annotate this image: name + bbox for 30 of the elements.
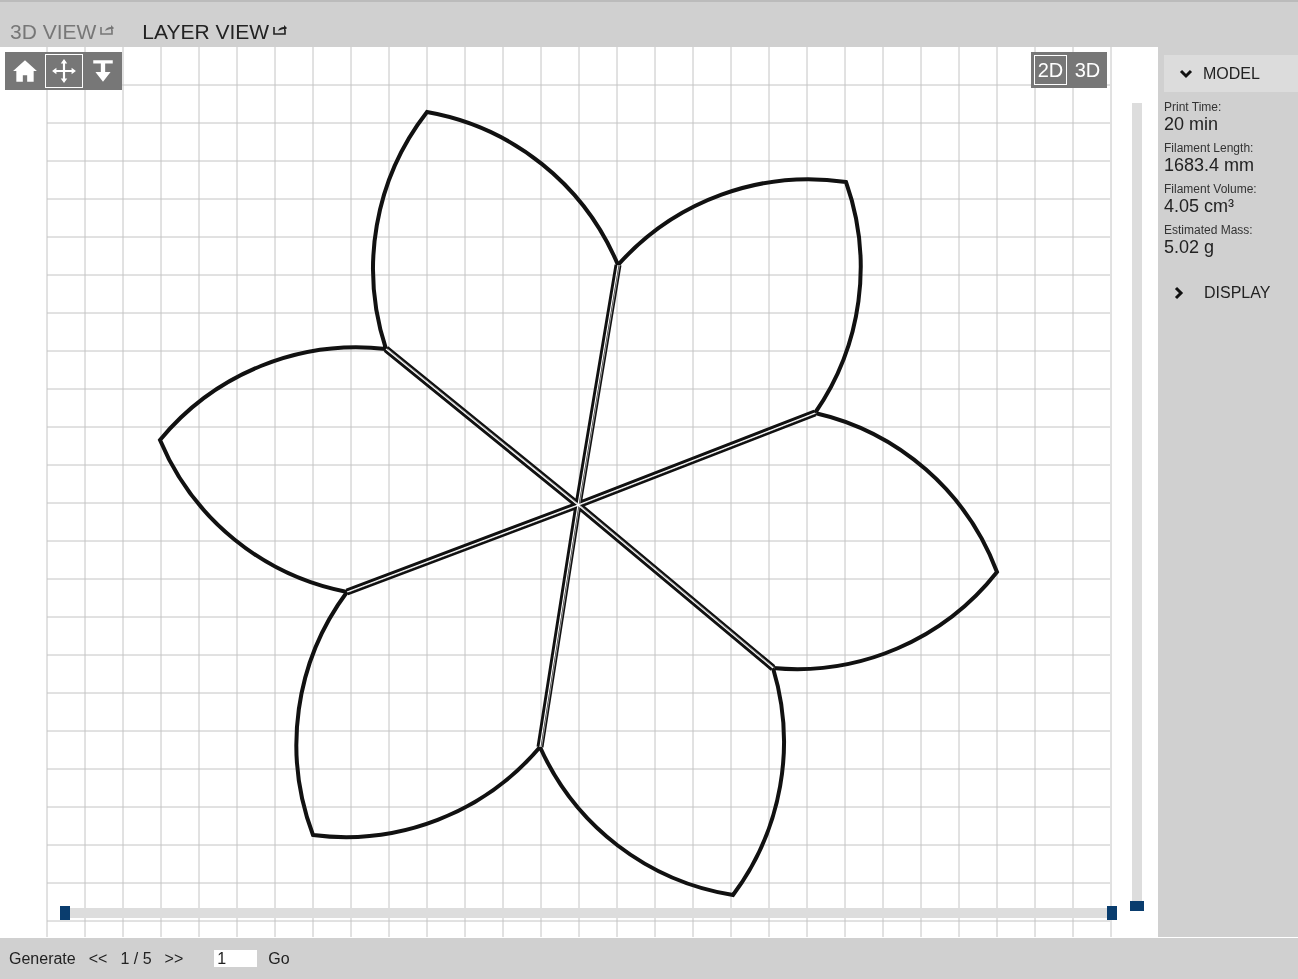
- move-view-button[interactable]: [44, 54, 83, 88]
- stat-value: 1683.4 mm: [1164, 155, 1255, 176]
- stat-label: Filament Length:: [1164, 141, 1254, 155]
- stat-value: 4.05 cm³: [1164, 196, 1235, 217]
- generate-button[interactable]: Generate: [9, 949, 76, 968]
- chevron-right-icon: [1174, 285, 1184, 300]
- stat-label: Estimated Mass:: [1164, 223, 1253, 237]
- view-tab[interactable]: LAYER VIEW: [142, 20, 288, 44]
- view-mode-button[interactable]: 2D: [1034, 55, 1067, 85]
- go-button[interactable]: Go: [268, 949, 290, 968]
- slider-handle[interactable]: [1107, 906, 1117, 920]
- stat-label: Filament Volume:: [1164, 182, 1257, 196]
- page-indicator: 1 / 5: [120, 949, 152, 968]
- stat-value: 5.02 g: [1164, 237, 1215, 258]
- move-icon: [50, 58, 77, 84]
- home-icon: [11, 58, 38, 84]
- page-input[interactable]: 1: [214, 950, 258, 967]
- slider-handle[interactable]: [1130, 901, 1144, 911]
- popout-icon: [273, 23, 288, 35]
- view-mode-button[interactable]: 3D: [1071, 55, 1104, 85]
- layer-canvas[interactable]: 2D 3D: [0, 47, 1157, 937]
- stat-label: Print Time:: [1164, 100, 1222, 114]
- section-header[interactable]: MODEL: [1164, 55, 1298, 92]
- chevron-down-icon: [1179, 68, 1193, 79]
- stat-value: 20 min: [1164, 114, 1219, 135]
- section-header[interactable]: DISPLAY: [1164, 274, 1298, 311]
- previous-page-button[interactable]: <<: [88, 949, 108, 968]
- popout-icon: [100, 23, 115, 35]
- next-page-button[interactable]: >>: [164, 949, 184, 968]
- slider-handle[interactable]: [60, 906, 70, 920]
